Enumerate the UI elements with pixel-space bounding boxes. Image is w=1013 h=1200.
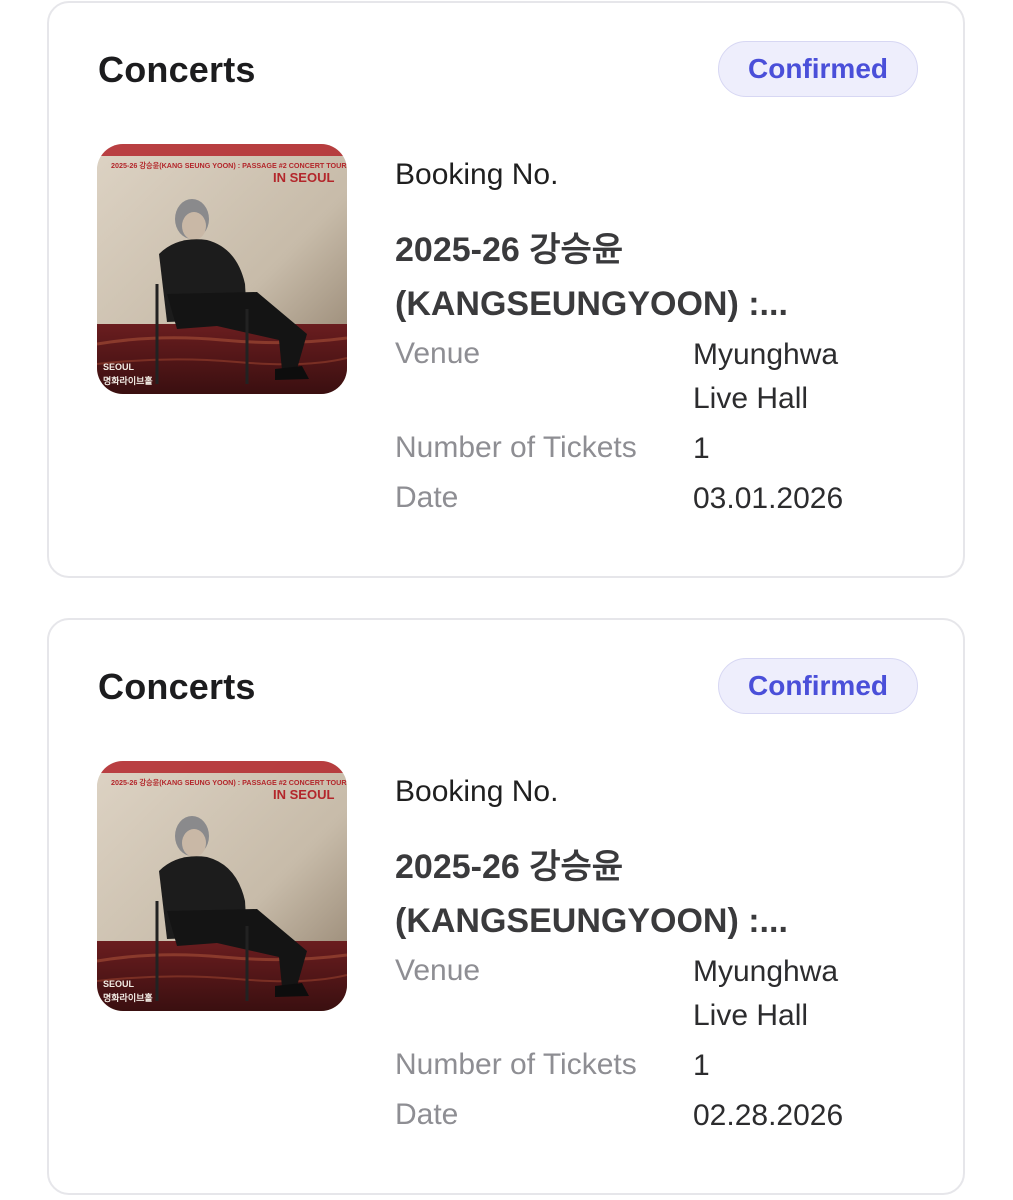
event-title-line-1: 2025-26 강승윤 bbox=[395, 848, 624, 886]
poster-venue-kr: 명화라이브홀 bbox=[103, 992, 153, 1004]
booking-card[interactable]: Concerts Confirmed 2025-26 강승윤(KANG SEUN… bbox=[47, 1, 965, 578]
venue-value-line-2: Live Hall bbox=[693, 382, 809, 415]
poster-city: SEOUL bbox=[103, 979, 135, 989]
event-title-line-2: (KANGSEUNGYOON) :... bbox=[395, 902, 788, 940]
venue-value-line-1: Myunghwa bbox=[693, 338, 839, 371]
poster-header-text: 2025-26 강승윤(KANG SEUNG YOON) : PASSAGE #… bbox=[111, 778, 347, 787]
event-title[interactable]: 2025-26 강승윤 (KANGSEUNGYOON) :... bbox=[395, 223, 865, 331]
venue-label: Venue bbox=[395, 954, 481, 987]
tickets-value: 1 bbox=[693, 1049, 710, 1082]
date-value: 02.28.2026 bbox=[693, 1099, 844, 1132]
category-title: Concerts bbox=[98, 49, 256, 90]
venue-value: Myunghwa Live Hall bbox=[693, 333, 893, 421]
poster-city-banner: IN SEOUL bbox=[273, 787, 334, 802]
booking-number-label: Booking No. bbox=[395, 158, 559, 191]
concert-poster-image[interactable]: 2025-26 강승윤(KANG SEUNG YOON) : PASSAGE #… bbox=[97, 761, 347, 1011]
status-badge: Confirmed bbox=[718, 41, 918, 97]
status-badge: Confirmed bbox=[718, 658, 918, 714]
booking-number-label: Booking No. bbox=[395, 775, 559, 808]
venue-value-line-1: Myunghwa bbox=[693, 955, 839, 988]
poster-city-banner: IN SEOUL bbox=[273, 170, 334, 185]
event-title-line-1: 2025-26 강승윤 bbox=[395, 231, 624, 269]
concert-poster-image[interactable]: 2025-26 강승윤(KANG SEUNG YOON) : PASSAGE #… bbox=[97, 144, 347, 394]
poster-venue-kr: 명화라이브홀 bbox=[103, 375, 153, 387]
poster-header-text: 2025-26 강승윤(KANG SEUNG YOON) : PASSAGE #… bbox=[111, 161, 347, 170]
poster-city: SEOUL bbox=[103, 362, 135, 372]
event-title-line-2: (KANGSEUNGYOON) :... bbox=[395, 285, 788, 323]
date-label: Date bbox=[395, 481, 459, 514]
venue-value: Myunghwa Live Hall bbox=[693, 950, 893, 1038]
date-label: Date bbox=[395, 1098, 459, 1131]
venue-value-line-2: Live Hall bbox=[693, 999, 809, 1032]
tickets-value: 1 bbox=[693, 432, 710, 465]
venue-label: Venue bbox=[395, 337, 481, 370]
category-title: Concerts bbox=[98, 666, 256, 707]
booking-card[interactable]: Concerts Confirmed 2025-26 강승윤(KANG SEUN… bbox=[47, 618, 965, 1195]
event-title[interactable]: 2025-26 강승윤 (KANGSEUNGYOON) :... bbox=[395, 840, 865, 948]
date-value: 03.01.2026 bbox=[693, 482, 844, 515]
tickets-label: Number of Tickets bbox=[395, 1048, 637, 1081]
tickets-label: Number of Tickets bbox=[395, 431, 637, 464]
